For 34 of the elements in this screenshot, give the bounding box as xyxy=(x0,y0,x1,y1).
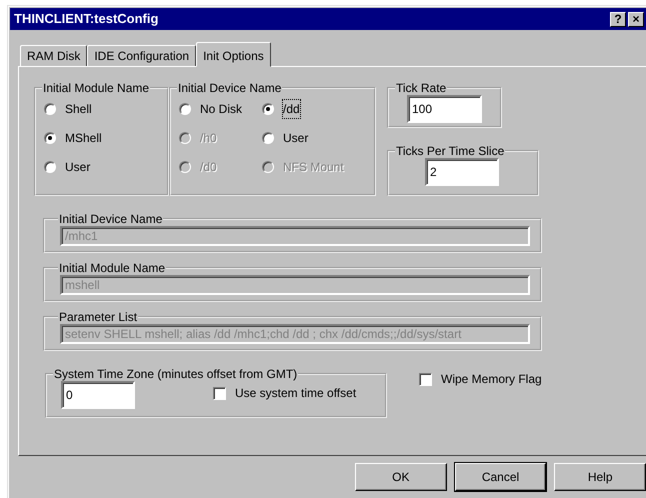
radio-option[interactable]: MShell xyxy=(44,128,159,148)
radio-option[interactable]: User xyxy=(44,157,159,177)
tab[interactable]: Init Options xyxy=(196,42,271,67)
radio-option[interactable]: Shell xyxy=(44,99,159,119)
group-label: Parameter List xyxy=(58,310,138,324)
radio-option[interactable]: /dd xyxy=(262,99,366,119)
option-text: /dd xyxy=(283,100,300,118)
group-label: Initial Device Name xyxy=(58,212,164,226)
dialog-button[interactable]: OK xyxy=(355,463,447,491)
window-title: THINCLIENT:testConfig xyxy=(14,10,160,28)
group-label: Initial Module Name xyxy=(42,81,150,95)
dialog-button[interactable]: Help xyxy=(554,463,646,491)
group-label: System Time Zone (minutes offset from GMT) xyxy=(53,367,298,381)
option-text: NFS Mount xyxy=(283,159,344,176)
radio-option[interactable]: No Disk xyxy=(179,99,262,119)
time-zone-field[interactable]: 0 xyxy=(61,381,135,409)
tick-rate-field[interactable]: 100 xyxy=(407,95,482,123)
group-label: Initial Module Name xyxy=(58,261,166,275)
checkbox-option[interactable]: Use system time offset xyxy=(213,383,356,403)
group-label: Tick Rate xyxy=(395,81,448,95)
tab[interactable]: IDE Configuration xyxy=(87,45,196,66)
checkbox-option[interactable]: Wipe Memory Flag xyxy=(419,369,542,389)
dialog-button[interactable]: Cancel xyxy=(454,463,546,491)
option-text: User xyxy=(283,130,308,147)
title-bar-button[interactable]: × xyxy=(628,12,644,26)
option-text: /d0 xyxy=(200,159,217,176)
option-text: /h0 xyxy=(200,130,217,147)
option-text: No Disk xyxy=(200,101,242,118)
group-label: Ticks Per Time Slice xyxy=(395,144,506,158)
group-label: Initial Device Name xyxy=(177,81,282,95)
title-bar-button[interactable]: ? xyxy=(610,12,626,26)
tab[interactable]: RAM Disk xyxy=(20,45,88,66)
radio-option[interactable]: User xyxy=(262,128,366,148)
ticks-per-slice-field[interactable]: 2 xyxy=(425,158,499,186)
